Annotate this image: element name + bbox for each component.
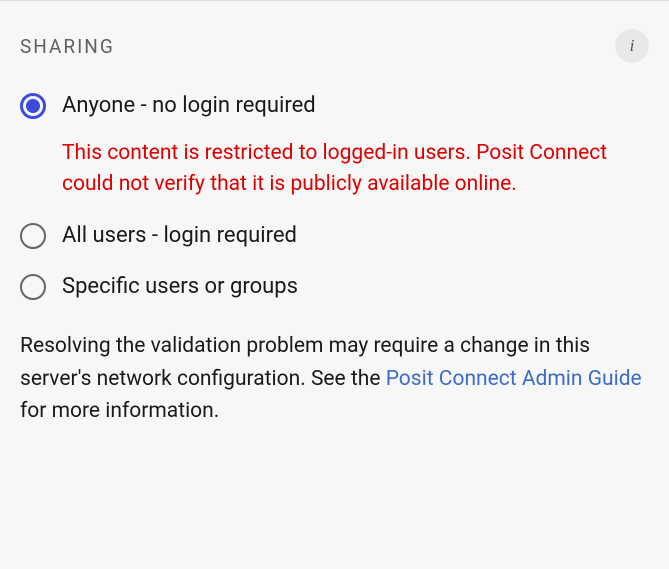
radio-icon (20, 93, 46, 119)
radio-label-anyone: Anyone - no login required (62, 91, 316, 122)
radio-option-all-users[interactable]: All users - login required (20, 211, 649, 262)
footer-text-after: for more information. (20, 399, 219, 423)
section-title: SHARING (20, 35, 115, 58)
radio-option-anyone[interactable]: Anyone - no login required (20, 81, 649, 132)
warning-message: This content is restricted to logged-in … (20, 132, 649, 211)
radio-icon (20, 274, 46, 300)
info-icon[interactable]: i (615, 29, 649, 63)
radio-label-specific: Specific users or groups (62, 272, 298, 303)
admin-guide-link[interactable]: Posit Connect Admin Guide (386, 367, 642, 391)
radio-label-all-users: All users - login required (62, 221, 297, 252)
radio-icon (20, 223, 46, 249)
radio-option-specific[interactable]: Specific users or groups (20, 262, 649, 313)
footer-info: Resolving the validation problem may req… (20, 312, 649, 428)
